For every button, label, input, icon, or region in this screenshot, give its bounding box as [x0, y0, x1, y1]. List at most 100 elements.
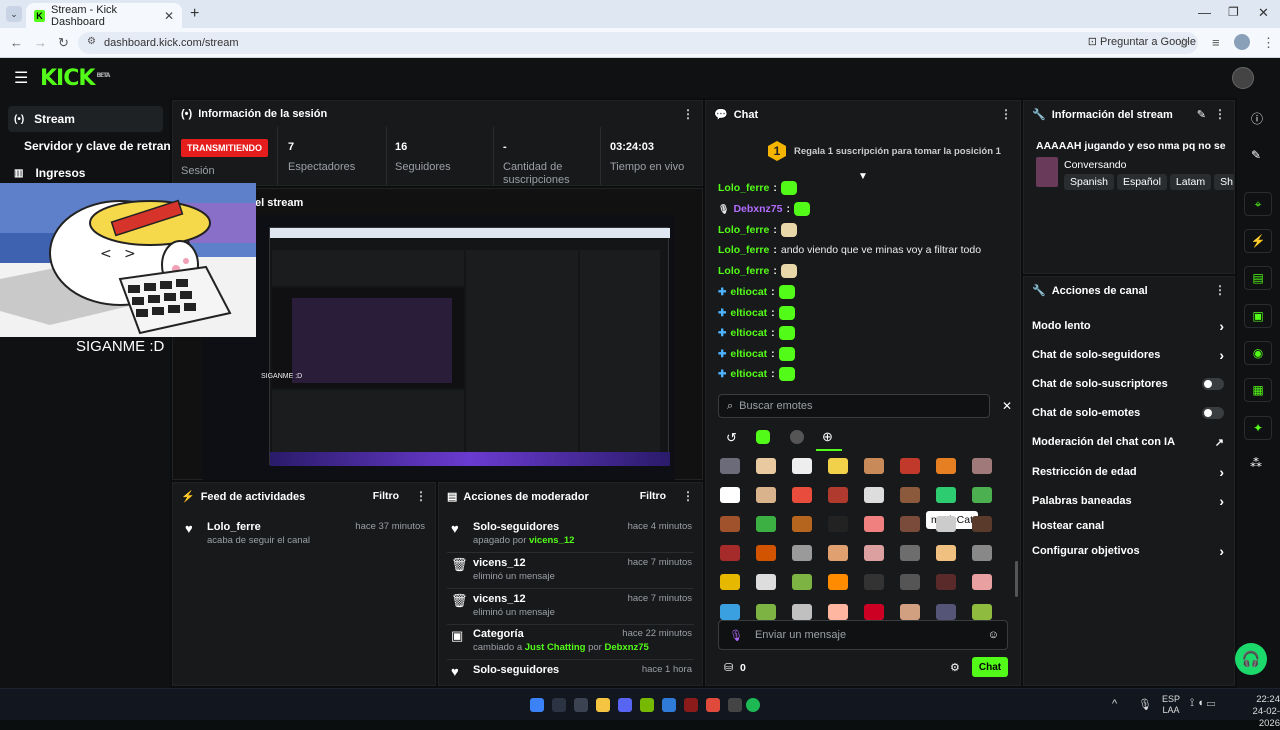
- emote-icon[interactable]: [936, 487, 956, 503]
- channel-action-item[interactable]: Chat de solo-emotes: [1032, 403, 1224, 423]
- kick-emotes-tab-icon[interactable]: [756, 430, 770, 444]
- emote-icon[interactable]: [792, 516, 812, 532]
- emote-icon[interactable]: [720, 516, 740, 532]
- chat-username[interactable]: eltiocat: [730, 348, 767, 360]
- emote-icon[interactable]: [864, 545, 884, 561]
- chat-emote-icon[interactable]: [778, 347, 795, 361]
- emote-icon[interactable]: [900, 487, 920, 503]
- chat-username[interactable]: eltiocat: [730, 307, 767, 319]
- chat-message-input[interactable]: 🎙 Enviar un mensaje ☺: [718, 620, 1008, 650]
- user-avatar[interactable]: [1232, 67, 1254, 89]
- browser-tab[interactable]: K Stream - Kick Dashboard ✕: [26, 3, 182, 28]
- channel-action-item[interactable]: Chat de solo-seguidores ›: [1032, 345, 1224, 365]
- taskbar-search-icon[interactable]: [552, 698, 566, 712]
- chat-menu-icon[interactable]: ⋮: [1000, 107, 1012, 121]
- chat-username[interactable]: Lolo_ferre: [718, 182, 769, 194]
- emote-icon[interactable]: [720, 545, 740, 561]
- app-icon[interactable]: [728, 698, 742, 712]
- edit-pencil-icon[interactable]: ✎: [1197, 108, 1206, 121]
- emote-icon[interactable]: [792, 487, 812, 503]
- emote-scrollbar[interactable]: [1015, 561, 1018, 597]
- chat-emote-icon[interactable]: [778, 285, 795, 299]
- chat-username[interactable]: Lolo_ferre: [718, 265, 769, 277]
- browser-menu-icon[interactable]: ⋮: [1262, 35, 1275, 51]
- moderator-filter-button[interactable]: Filtro: [640, 490, 666, 502]
- session-menu-icon[interactable]: ⋮: [682, 107, 694, 121]
- mic-tray-icon[interactable]: 🎙: [1138, 698, 1152, 711]
- emote-icon[interactable]: [864, 604, 884, 620]
- emote-icon[interactable]: [792, 604, 812, 620]
- rail-focus-icon[interactable]: ⌖: [1244, 192, 1272, 216]
- emote-icon[interactable]: [900, 574, 920, 590]
- rail-users-icon[interactable]: ⁂: [1250, 456, 1262, 470]
- taskview-icon[interactable]: [574, 698, 588, 712]
- stream-info-menu-icon[interactable]: ⋮: [1214, 107, 1226, 121]
- emote-icon[interactable]: [864, 487, 884, 503]
- rail-broadcast-icon[interactable]: ◉: [1244, 341, 1272, 365]
- emote-icon[interactable]: [756, 458, 776, 474]
- clock[interactable]: 22:24 24-02-2026: [1232, 694, 1280, 730]
- activity-user[interactable]: Lolo_ferre: [207, 521, 261, 533]
- channel-action-item[interactable]: Moderación del chat con IA ↗: [1032, 432, 1224, 452]
- hamburger-menu-icon[interactable]: ☰: [14, 68, 28, 88]
- chat-emote-icon[interactable]: [793, 202, 810, 216]
- emote-icon[interactable]: [936, 458, 956, 474]
- emote-icon[interactable]: [864, 574, 884, 590]
- channel-actions-menu-icon[interactable]: ⋮: [1214, 283, 1226, 297]
- emote-icon[interactable]: [756, 516, 776, 532]
- emote-icon[interactable]: [936, 545, 956, 561]
- emote-icon[interactable]: [972, 604, 992, 620]
- emoji-picker-icon[interactable]: ☺: [988, 629, 999, 641]
- chrome-icon[interactable]: [706, 698, 720, 712]
- url-field[interactable]: ⚙ dashboard.kick.com/stream: [78, 32, 1198, 54]
- support-headset-button[interactable]: 🎧: [1235, 643, 1267, 675]
- emote-icon[interactable]: [720, 487, 740, 503]
- chat-username[interactable]: eltiocat: [730, 327, 767, 339]
- emote-icon[interactable]: [828, 487, 848, 503]
- channel-emotes-tab-icon[interactable]: [790, 430, 804, 444]
- chat-emote-icon[interactable]: [780, 223, 797, 237]
- profile-avatar[interactable]: [1234, 34, 1250, 50]
- start-icon[interactable]: [530, 698, 544, 712]
- emote-icon[interactable]: [792, 458, 812, 474]
- network-sound-icon[interactable]: ⟟ ◖ ▭: [1190, 697, 1215, 710]
- channel-action-item[interactable]: Configurar objetivos ›: [1032, 541, 1224, 561]
- chat-username[interactable]: Lolo_ferre: [718, 244, 769, 256]
- recent-emotes-icon[interactable]: ↺: [726, 430, 737, 446]
- activity-menu-icon[interactable]: ⋮: [415, 489, 427, 503]
- emote-icon[interactable]: [972, 545, 992, 561]
- app-icon[interactable]: [684, 698, 698, 712]
- chat-settings-icon[interactable]: ⚙: [950, 661, 960, 674]
- mod-sub-link[interactable]: Just Chatting: [525, 642, 586, 653]
- toggle-switch[interactable]: [1202, 378, 1224, 390]
- close-emote-picker-icon[interactable]: ✕: [1002, 399, 1012, 413]
- emote-icon[interactable]: [900, 545, 920, 561]
- toggle-switch[interactable]: [1202, 407, 1224, 419]
- tag-pill[interactable]: Latam: [1169, 174, 1212, 190]
- new-tab-icon[interactable]: +: [190, 5, 199, 23]
- close-window-icon[interactable]: ✕: [1258, 5, 1269, 21]
- spotify-icon[interactable]: [746, 698, 760, 712]
- chat-emote-icon[interactable]: [778, 326, 795, 340]
- emote-icon[interactable]: [936, 574, 956, 590]
- minimize-icon[interactable]: —: [1198, 5, 1211, 20]
- bookmark-star-icon[interactable]: ☆: [1178, 35, 1190, 51]
- emote-icon[interactable]: [936, 516, 956, 532]
- channel-points-icon[interactable]: ⛁: [724, 661, 733, 674]
- emote-icon[interactable]: [828, 516, 848, 532]
- emote-icon[interactable]: [972, 458, 992, 474]
- emote-icon[interactable]: [900, 516, 920, 532]
- emote-icon[interactable]: [864, 458, 884, 474]
- rail-wrench-icon[interactable]: ✦: [1244, 416, 1272, 440]
- emote-icon[interactable]: [720, 574, 740, 590]
- chat-emote-icon[interactable]: [778, 367, 795, 381]
- chat-username[interactable]: Debxnz75: [733, 203, 782, 215]
- rail-chat-icon[interactable]: ▣: [1244, 304, 1272, 328]
- forward-icon[interactable]: →: [34, 35, 47, 50]
- channel-action-item[interactable]: Modo lento ›: [1032, 316, 1224, 336]
- global-emotes-tab-icon[interactable]: ⊕: [822, 429, 833, 445]
- emote-icon[interactable]: [756, 574, 776, 590]
- emote-icon[interactable]: [900, 458, 920, 474]
- chat-emote-icon[interactable]: [780, 181, 797, 195]
- activity-filter-button[interactable]: Filtro: [373, 490, 399, 502]
